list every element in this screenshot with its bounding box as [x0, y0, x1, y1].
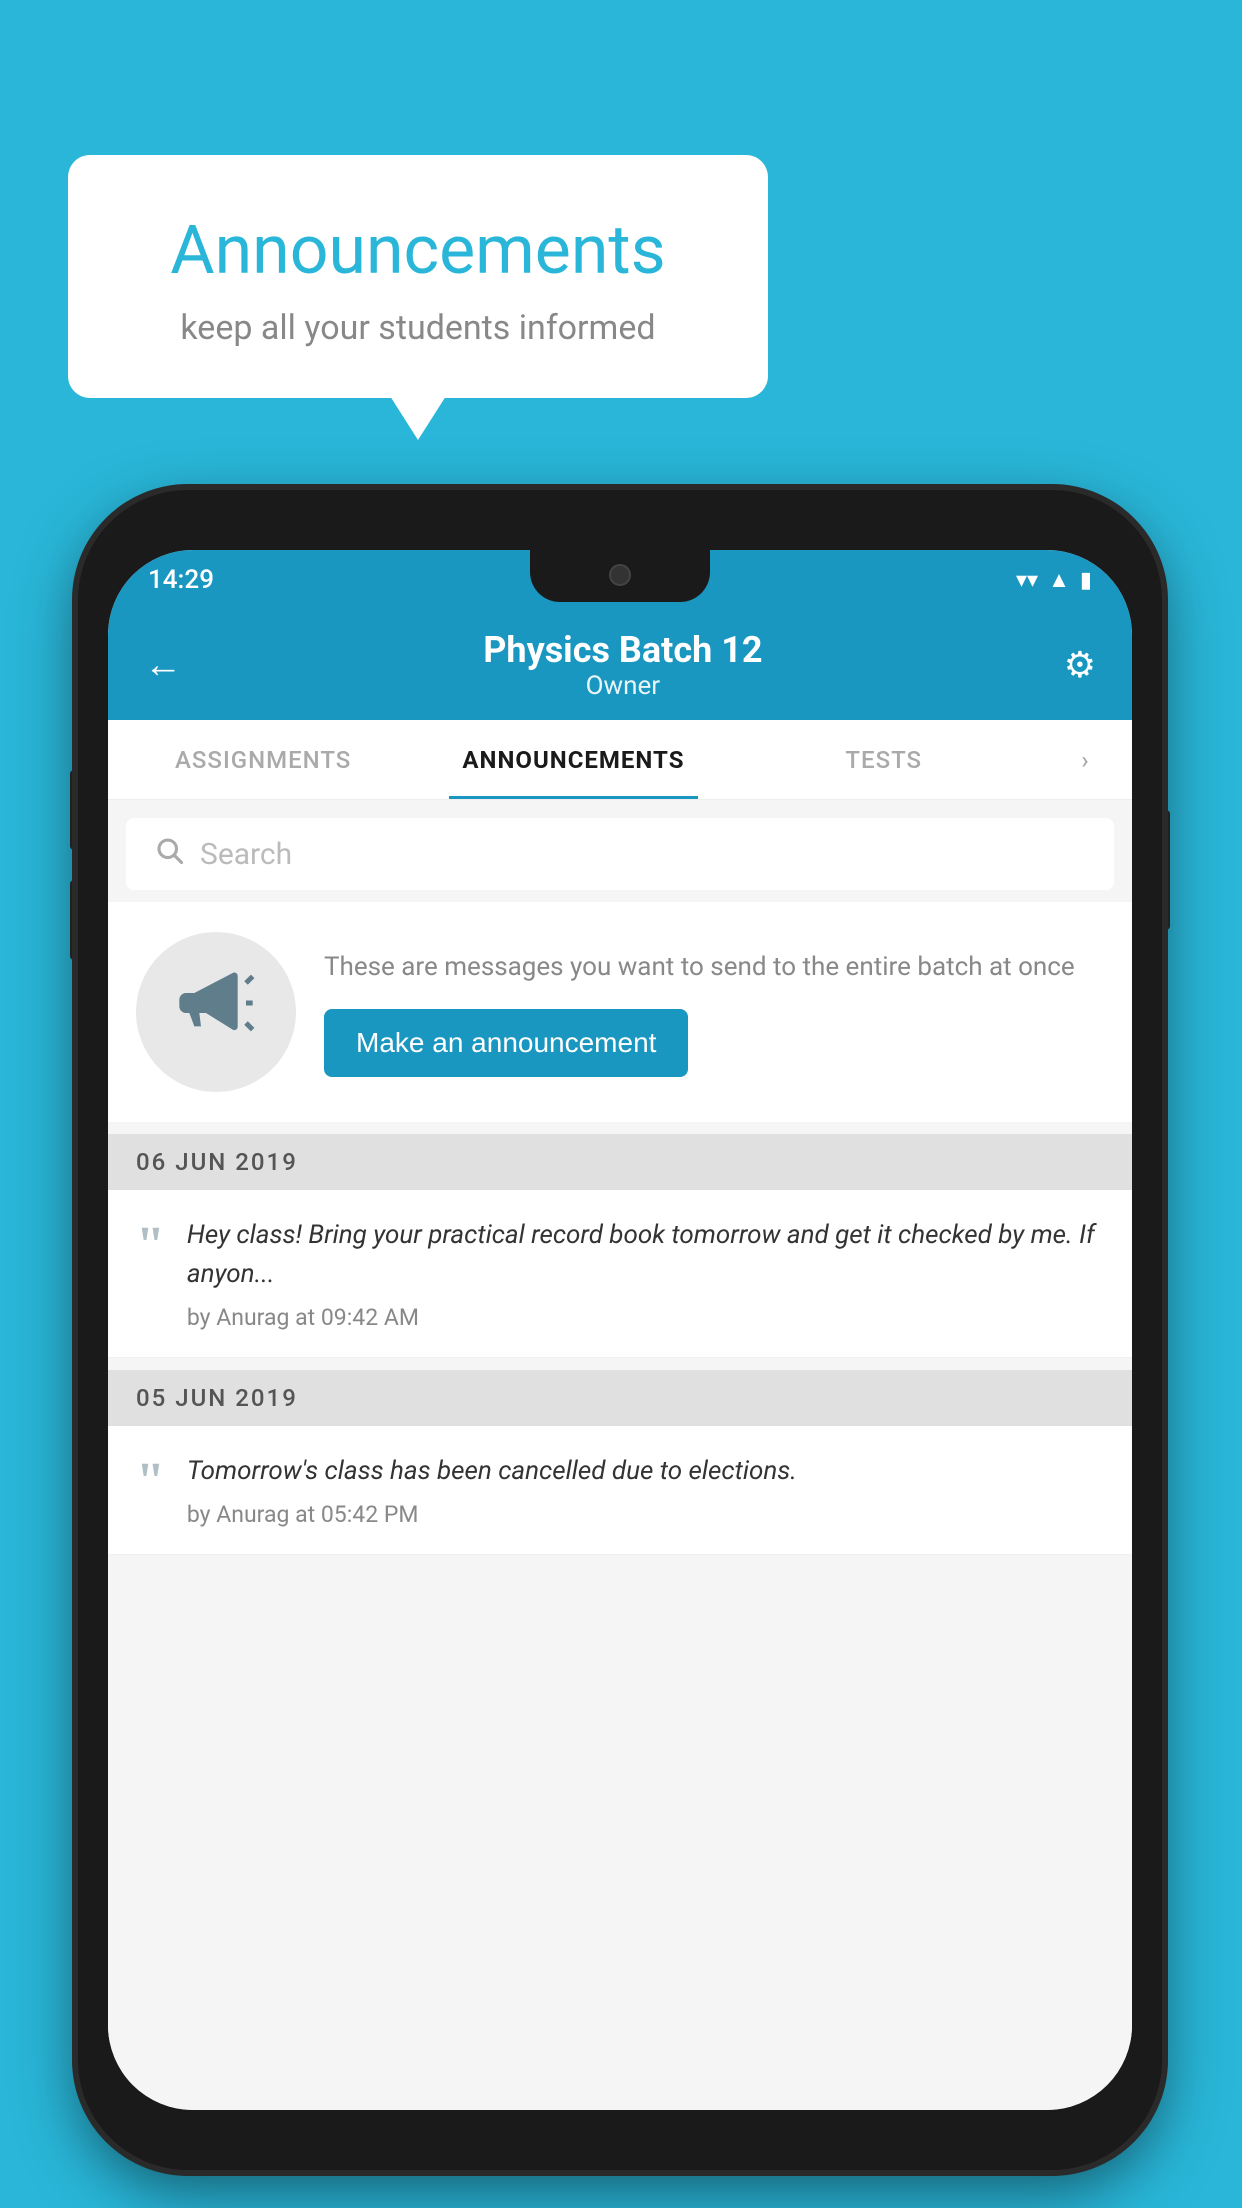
speech-bubble-title: Announcements: [128, 210, 708, 290]
signal-icon: ▲: [1048, 567, 1070, 593]
tab-announcements[interactable]: ANNOUNCEMENTS: [418, 720, 728, 799]
announcement-item-1[interactable]: " Hey class! Bring your practical record…: [108, 1190, 1132, 1358]
header-center: Physics Batch 12 Owner: [483, 629, 762, 701]
search-bar[interactable]: Search: [126, 818, 1114, 890]
tab-bar: ASSIGNMENTS ANNOUNCEMENTS TESTS ›: [108, 720, 1132, 800]
wifi-icon: ▾▾: [1016, 568, 1038, 593]
content-area: Search These are messages you wan: [108, 800, 1132, 2110]
volume-up-button[interactable]: [70, 770, 78, 850]
status-icons: ▾▾ ▲ ▮: [1016, 567, 1092, 593]
announcement-item-2[interactable]: " Tomorrow's class has been cancelled du…: [108, 1426, 1132, 1555]
speech-bubble-container: Announcements keep all your students inf…: [68, 155, 768, 398]
header-title: Physics Batch 12: [483, 629, 762, 671]
notch: [530, 550, 710, 602]
status-time: 14:29: [148, 565, 214, 595]
app-header: ← Physics Batch 12 Owner ⚙: [108, 610, 1132, 720]
date-label-1: 06 JUN 2019: [136, 1148, 298, 1176]
quote-icon-2: ": [136, 1456, 165, 1508]
tab-assignments[interactable]: ASSIGNMENTS: [108, 720, 418, 799]
announcement-author-1: by Anurag at 09:42 AM: [187, 1304, 1104, 1331]
battery-icon: ▮: [1080, 568, 1092, 593]
megaphone-circle: [136, 932, 296, 1092]
promo-card: These are messages you want to send to t…: [108, 902, 1132, 1122]
phone-screen: 14:29 ▾▾ ▲ ▮ ← Physics Batch 12 Owner ⚙ …: [108, 550, 1132, 2110]
tab-tests[interactable]: TESTS: [729, 720, 1039, 799]
announcement-text-2: Tomorrow's class has been cancelled due …: [187, 1452, 1104, 1491]
announcement-content-2: Tomorrow's class has been cancelled due …: [187, 1452, 1104, 1528]
quote-icon-1: ": [136, 1220, 165, 1272]
front-camera: [609, 564, 631, 586]
search-icon: [154, 835, 184, 873]
settings-icon[interactable]: ⚙: [1064, 644, 1096, 686]
date-label-2: 05 JUN 2019: [136, 1384, 298, 1412]
announcement-author-2: by Anurag at 05:42 PM: [187, 1501, 1104, 1528]
make-announcement-button[interactable]: Make an announcement: [324, 1009, 688, 1077]
power-button[interactable]: [1162, 810, 1170, 930]
promo-description: These are messages you want to send to t…: [324, 948, 1104, 987]
header-subtitle: Owner: [483, 671, 762, 701]
megaphone-icon: [176, 963, 256, 1061]
speech-bubble: Announcements keep all your students inf…: [68, 155, 768, 398]
speech-bubble-subtitle: keep all your students informed: [128, 308, 708, 348]
volume-down-button[interactable]: [70, 880, 78, 960]
search-placeholder: Search: [200, 837, 292, 872]
date-separator-2: 05 JUN 2019: [108, 1370, 1132, 1426]
announcement-text-1: Hey class! Bring your practical record b…: [187, 1216, 1104, 1294]
tab-more[interactable]: ›: [1039, 720, 1132, 799]
date-separator-1: 06 JUN 2019: [108, 1134, 1132, 1190]
back-button[interactable]: ←: [144, 643, 182, 687]
phone-container: 14:29 ▾▾ ▲ ▮ ← Physics Batch 12 Owner ⚙ …: [78, 490, 1162, 2170]
announcement-content-1: Hey class! Bring your practical record b…: [187, 1216, 1104, 1331]
promo-content: These are messages you want to send to t…: [324, 948, 1104, 1077]
